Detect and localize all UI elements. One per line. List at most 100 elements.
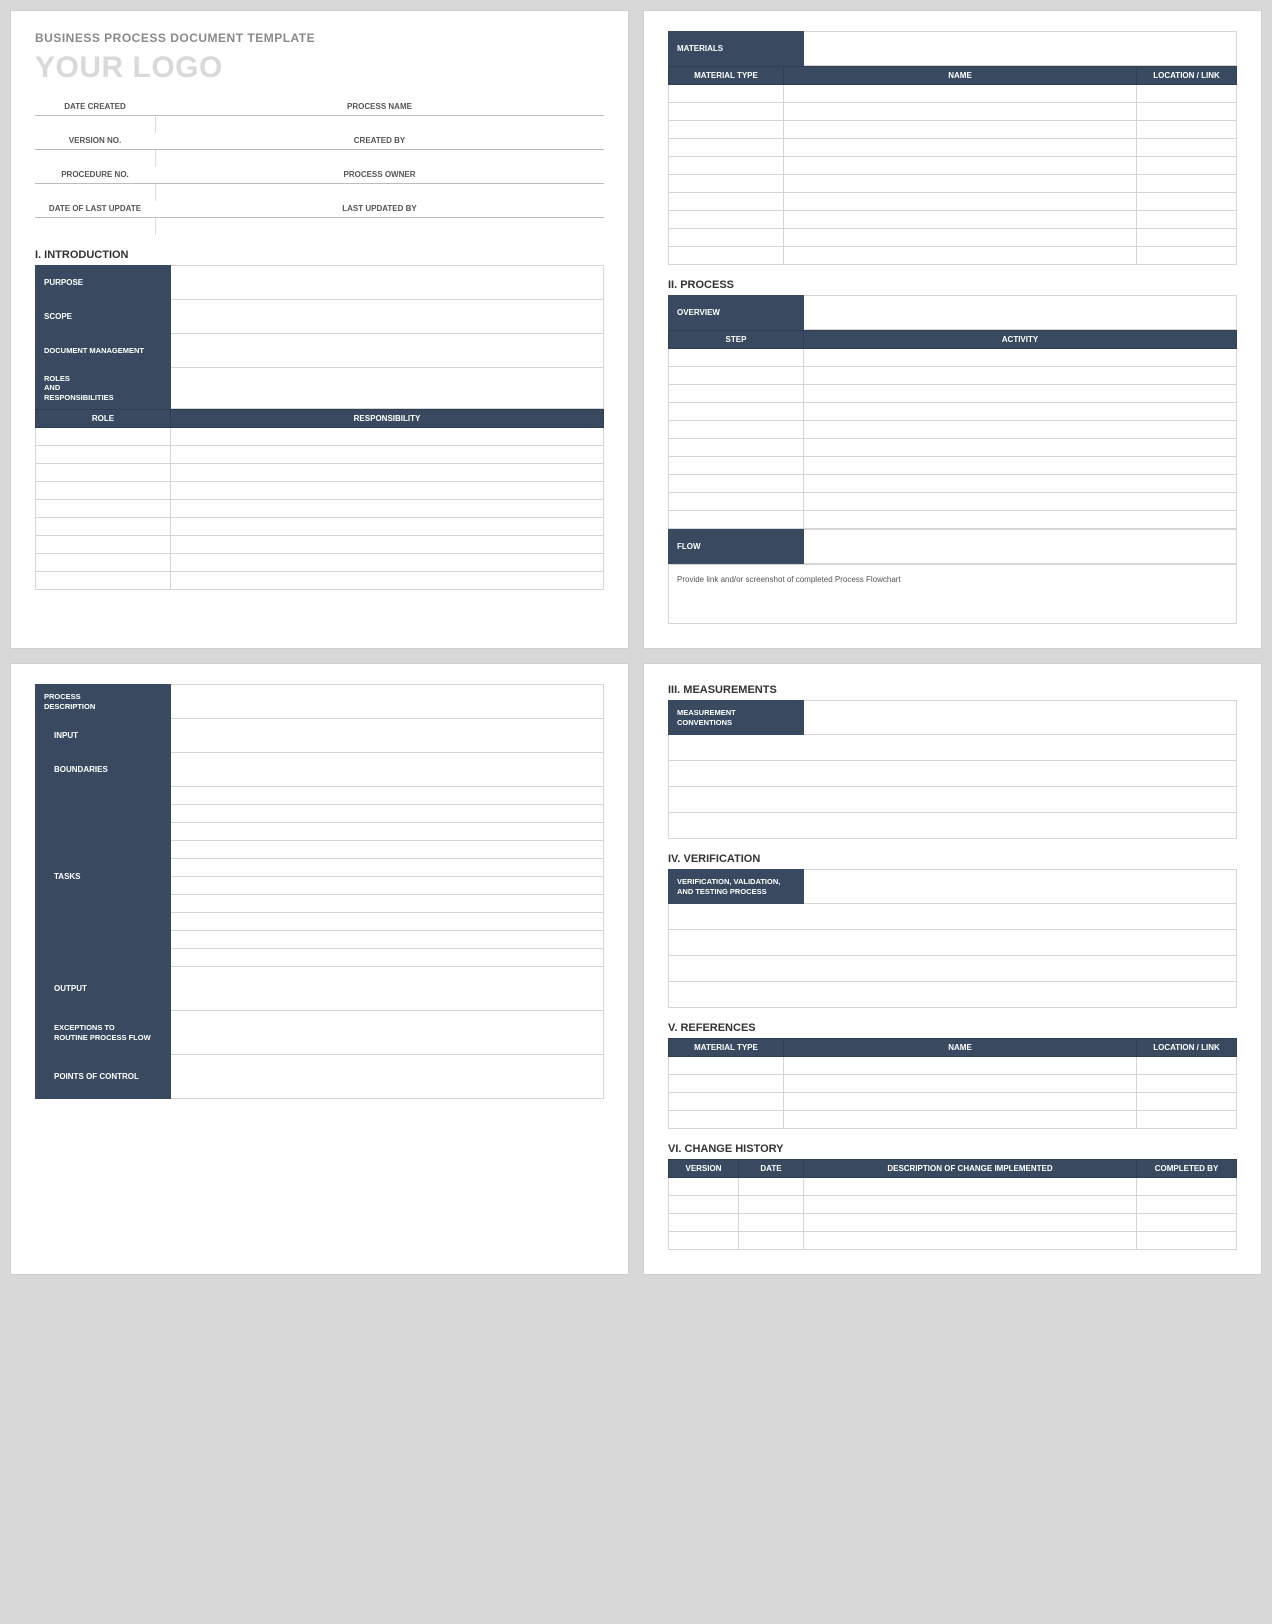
table-cell[interactable] xyxy=(669,1075,784,1093)
table-cell[interactable] xyxy=(1137,85,1237,103)
table-cell[interactable] xyxy=(804,1214,1137,1232)
cell-control[interactable] xyxy=(171,1055,604,1099)
table-cell[interactable] xyxy=(171,805,604,823)
table-cell[interactable] xyxy=(784,157,1137,175)
table-cell[interactable] xyxy=(36,464,171,482)
table-cell[interactable] xyxy=(669,103,784,121)
table-cell[interactable] xyxy=(784,247,1137,265)
table-cell[interactable] xyxy=(669,349,804,367)
table-cell[interactable] xyxy=(171,482,604,500)
table-cell[interactable] xyxy=(804,385,1237,403)
table-cell[interactable] xyxy=(36,500,171,518)
table-cell[interactable] xyxy=(669,1111,784,1129)
table-cell[interactable] xyxy=(669,1196,739,1214)
table-cell[interactable] xyxy=(1137,157,1237,175)
table-cell[interactable] xyxy=(739,1178,804,1196)
cell-overview[interactable] xyxy=(804,296,1237,330)
table-cell[interactable] xyxy=(669,1057,784,1075)
table-cell[interactable] xyxy=(784,1111,1137,1129)
table-cell[interactable] xyxy=(804,1178,1137,1196)
table-cell[interactable] xyxy=(171,554,604,572)
table-cell[interactable] xyxy=(739,1214,804,1232)
table-cell[interactable] xyxy=(784,1075,1137,1093)
cell-input[interactable] xyxy=(171,719,604,753)
table-cell[interactable] xyxy=(784,193,1137,211)
cell-scope[interactable] xyxy=(171,300,604,334)
cell-doc-mgmt[interactable] xyxy=(171,334,604,368)
table-cell[interactable] xyxy=(171,931,604,949)
meta-value-cell[interactable] xyxy=(155,115,604,133)
table-cell[interactable] xyxy=(669,421,804,439)
table-cell[interactable] xyxy=(669,511,804,529)
table-cell[interactable] xyxy=(804,511,1237,529)
table-cell[interactable] xyxy=(171,913,604,931)
cell-purpose[interactable] xyxy=(171,266,604,300)
table-cell[interactable] xyxy=(669,787,1237,813)
table-cell[interactable] xyxy=(36,536,171,554)
table-cell[interactable] xyxy=(36,518,171,536)
table-cell[interactable] xyxy=(1137,175,1237,193)
table-cell[interactable] xyxy=(36,482,171,500)
table-cell[interactable] xyxy=(804,439,1237,457)
cell-materials[interactable] xyxy=(804,32,1237,66)
table-cell[interactable] xyxy=(171,949,604,967)
meta-value-cell[interactable] xyxy=(35,217,155,235)
table-cell[interactable] xyxy=(669,1178,739,1196)
table-cell[interactable] xyxy=(669,904,1237,930)
table-cell[interactable] xyxy=(669,157,784,175)
table-cell[interactable] xyxy=(804,1232,1137,1250)
table-cell[interactable] xyxy=(669,175,784,193)
table-cell[interactable] xyxy=(804,367,1237,385)
cell-roles[interactable] xyxy=(171,368,604,409)
table-cell[interactable] xyxy=(784,1093,1137,1111)
table-cell[interactable] xyxy=(1137,139,1237,157)
table-cell[interactable] xyxy=(669,247,784,265)
table-cell[interactable] xyxy=(171,446,604,464)
table-cell[interactable] xyxy=(1137,1232,1237,1250)
table-cell[interactable] xyxy=(171,536,604,554)
table-cell[interactable] xyxy=(171,823,604,841)
table-cell[interactable] xyxy=(669,385,804,403)
table-cell[interactable] xyxy=(171,787,604,805)
table-cell[interactable] xyxy=(669,403,804,421)
table-cell[interactable] xyxy=(1137,1057,1237,1075)
table-cell[interactable] xyxy=(784,211,1137,229)
table-cell[interactable] xyxy=(784,85,1137,103)
table-cell[interactable] xyxy=(669,735,1237,761)
table-cell[interactable] xyxy=(804,475,1237,493)
table-cell[interactable] xyxy=(669,139,784,157)
table-cell[interactable] xyxy=(1137,211,1237,229)
meta-value-cell[interactable] xyxy=(35,149,155,167)
table-cell[interactable] xyxy=(1137,247,1237,265)
table-cell[interactable] xyxy=(1137,1111,1237,1129)
table-cell[interactable] xyxy=(171,877,604,895)
cell-output[interactable] xyxy=(171,967,604,1011)
table-cell[interactable] xyxy=(171,500,604,518)
table-cell[interactable] xyxy=(171,841,604,859)
table-cell[interactable] xyxy=(171,464,604,482)
cell-measurement[interactable] xyxy=(804,701,1237,735)
table-cell[interactable] xyxy=(804,349,1237,367)
table-cell[interactable] xyxy=(784,121,1137,139)
table-cell[interactable] xyxy=(1137,1093,1237,1111)
meta-value-cell[interactable] xyxy=(155,217,604,235)
table-cell[interactable] xyxy=(739,1232,804,1250)
table-cell[interactable] xyxy=(784,139,1137,157)
table-cell[interactable] xyxy=(1137,1214,1237,1232)
table-cell[interactable] xyxy=(1137,121,1237,139)
cell-flow[interactable] xyxy=(804,530,1237,564)
table-cell[interactable] xyxy=(804,403,1237,421)
table-cell[interactable] xyxy=(804,457,1237,475)
table-cell[interactable] xyxy=(1137,1075,1237,1093)
cell-proc-desc[interactable] xyxy=(171,685,604,719)
table-cell[interactable] xyxy=(784,103,1137,121)
table-cell[interactable] xyxy=(36,554,171,572)
table-cell[interactable] xyxy=(669,85,784,103)
table-cell[interactable] xyxy=(1137,1196,1237,1214)
cell-verification[interactable] xyxy=(804,870,1237,904)
table-cell[interactable] xyxy=(804,421,1237,439)
table-cell[interactable] xyxy=(36,446,171,464)
table-cell[interactable] xyxy=(171,518,604,536)
table-cell[interactable] xyxy=(784,175,1137,193)
meta-value-cell[interactable] xyxy=(155,149,604,167)
